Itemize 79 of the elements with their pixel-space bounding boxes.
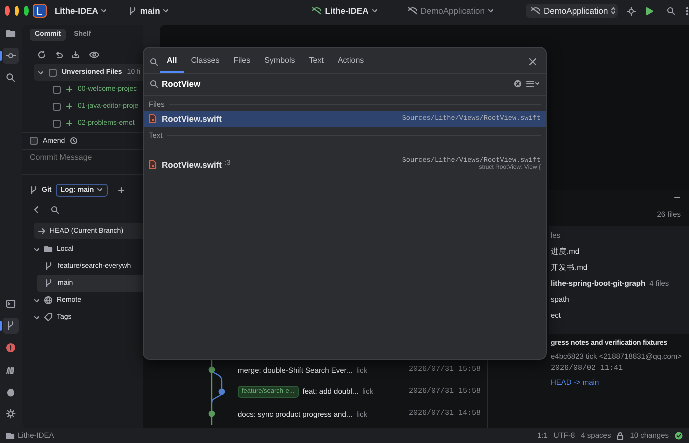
branch-icon <box>45 262 53 271</box>
globe-icon <box>44 296 53 305</box>
download-icon[interactable] <box>72 50 80 58</box>
caret-icon[interactable] <box>97 187 104 193</box>
project-icon <box>312 7 322 15</box>
popup-tab[interactable]: Files <box>226 52 258 73</box>
minimize-button[interactable] <box>14 6 20 16</box>
app-logo-icon <box>32 4 47 18</box>
caret-icon[interactable] <box>38 70 44 76</box>
commit-icon <box>6 51 16 61</box>
project-widget[interactable]: Lithe-IDEA <box>312 6 378 16</box>
branch-selector[interactable]: main <box>129 6 170 16</box>
checkbox[interactable] <box>53 120 61 128</box>
run-config-selector[interactable]: DemoApplication <box>526 4 618 18</box>
config-widget[interactable]: DemoApplication <box>408 6 494 16</box>
popup-tab[interactable]: All <box>160 52 184 73</box>
close-icon[interactable] <box>529 58 537 66</box>
config-icon <box>530 7 541 15</box>
swift-file-icon <box>149 114 157 124</box>
search-icon[interactable] <box>666 7 675 15</box>
caret-icon[interactable] <box>101 8 108 14</box>
search-icon <box>6 73 16 83</box>
clear-icon[interactable] <box>514 80 522 88</box>
branch-icon <box>45 279 53 288</box>
folder-icon <box>6 29 16 39</box>
folder-icon <box>6 432 15 440</box>
check-icon <box>675 432 683 440</box>
checkbox[interactable] <box>53 86 61 94</box>
swift-file-icon <box>149 160 157 170</box>
error-icon <box>6 343 16 353</box>
amend-checkbox[interactable] <box>30 137 38 145</box>
tool-window-button[interactable] <box>3 48 19 64</box>
search-icon[interactable] <box>150 58 158 66</box>
popup-tab[interactable]: Text <box>302 52 331 73</box>
plus-icon <box>66 103 73 110</box>
search-field[interactable]: RootView <box>162 79 510 90</box>
add-icon[interactable] <box>118 186 126 194</box>
tool-window-button[interactable] <box>3 318 19 334</box>
checkbox[interactable] <box>53 102 61 110</box>
terminal-icon <box>6 299 16 309</box>
checkbox[interactable] <box>49 68 57 76</box>
folder-icon <box>44 245 53 254</box>
arrow-icon <box>38 228 46 234</box>
project-selector[interactable]: Lithe-IDEA <box>54 6 108 16</box>
caret-icon[interactable] <box>488 8 494 14</box>
popup-tab[interactable]: Symbols <box>258 52 302 73</box>
refresh-icon[interactable] <box>38 50 46 58</box>
lock-icon[interactable] <box>617 432 624 440</box>
search-icon[interactable] <box>150 80 158 88</box>
clock-icon[interactable] <box>70 137 78 145</box>
undo-icon[interactable] <box>55 50 63 58</box>
branch-icon <box>6 321 16 331</box>
config-icon <box>408 7 418 15</box>
updown-icon <box>611 7 616 15</box>
caret-icon[interactable] <box>34 298 40 304</box>
more-icon[interactable] <box>686 6 689 16</box>
caret-icon[interactable] <box>34 246 40 252</box>
branch-icon <box>129 6 138 16</box>
caret-icon[interactable] <box>34 314 40 320</box>
branch-icon <box>30 186 38 194</box>
graph-line <box>211 359 223 381</box>
popup-tab[interactable]: Classes <box>184 52 227 73</box>
popup-tab[interactable]: Actions <box>330 52 372 73</box>
eye-icon[interactable] <box>89 50 100 58</box>
filter-icon[interactable] <box>526 80 540 88</box>
commit-message-field[interactable]: Commit Message <box>22 149 143 175</box>
caret-icon[interactable] <box>163 8 170 14</box>
back-icon[interactable] <box>34 206 39 214</box>
search-icon[interactable] <box>51 206 59 214</box>
plus-icon <box>66 120 73 127</box>
zoom-button[interactable] <box>24 6 29 16</box>
close-button[interactable] <box>5 6 10 16</box>
plus-icon <box>66 86 73 93</box>
settings-icon[interactable] <box>626 6 636 16</box>
minimize-icon[interactable] <box>674 196 681 199</box>
tag-icon <box>44 313 53 322</box>
settings-icon <box>6 409 16 419</box>
caret-icon[interactable] <box>372 8 378 14</box>
run-icon[interactable] <box>646 6 654 16</box>
